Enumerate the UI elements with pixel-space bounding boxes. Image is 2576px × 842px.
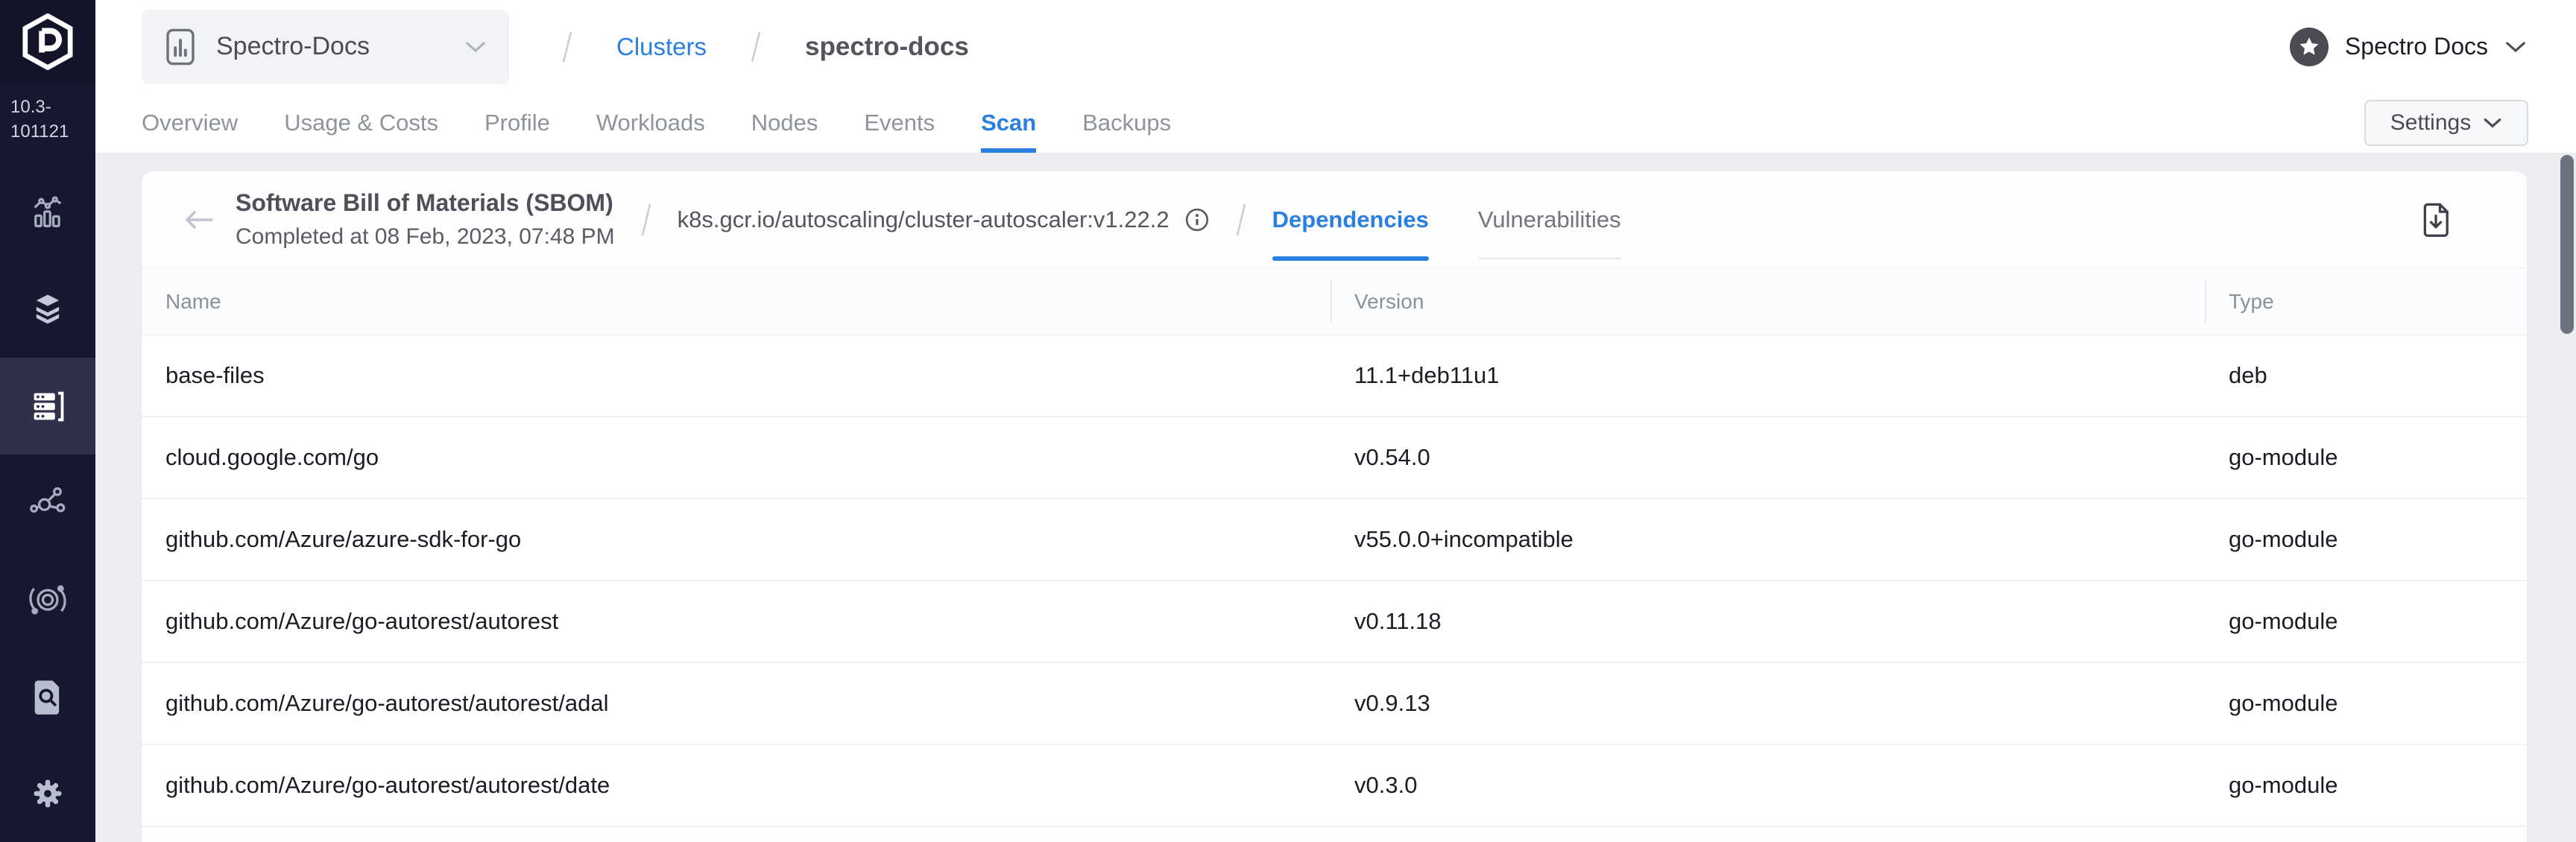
scan-content: Software Bill of Materials (SBOM) Comple… — [95, 153, 2576, 842]
cell-version: 11.1+deb11u1 — [1354, 362, 1500, 388]
sbom-title: Software Bill of Materials (SBOM) — [236, 189, 613, 216]
tab-scan[interactable]: Scan — [981, 93, 1037, 153]
tab-dependencies[interactable]: Dependencies — [1272, 171, 1430, 268]
sidebar-item-settings[interactable] — [0, 745, 95, 842]
chevron-down-icon — [464, 40, 487, 54]
app-window: 10.3- 101121 Spectro-Docs Clusters spect… — [0, 0, 2576, 842]
tab-workloads[interactable]: Workloads — [596, 93, 705, 153]
cluster-tab-bar: Overview Usage & Costs Profile Workloads… — [95, 93, 2576, 153]
sidebar: 10.3- 101121 — [0, 0, 95, 842]
breadcrumb: Clusters spectro-docs — [536, 30, 969, 64]
cell-name: github.com/Azure/go-autorest/autorest/da… — [165, 772, 610, 798]
table-row: base-files 11.1+deb11u1 deb — [142, 335, 2527, 417]
account-menu-label: Spectro Docs — [2344, 33, 2488, 60]
star-badge-icon — [2289, 27, 2329, 66]
chevron-down-icon — [2504, 40, 2527, 54]
cell-type: deb — [2229, 362, 2267, 388]
back-arrow-icon — [182, 207, 215, 232]
settings-button[interactable]: Settings — [2364, 100, 2528, 146]
scrollbar-thumb[interactable] — [2560, 155, 2574, 334]
tab-events[interactable]: Events — [864, 93, 935, 153]
image-name: k8s.gcr.io/autoscaling/cluster-autoscale… — [677, 206, 1169, 232]
tab-nodes[interactable]: Nodes — [751, 93, 818, 153]
cell-version: v55.0.0+incompatible — [1354, 526, 1573, 552]
clusters-icon — [28, 387, 67, 425]
cell-type: go-module — [2229, 526, 2338, 552]
table-row: github.com/Azure/azure-sdk-for-go v55.0.… — [142, 499, 2527, 581]
settings-button-label: Settings — [2390, 110, 2472, 135]
cell-type: go-module — [2229, 608, 2338, 634]
cell-version: v0.3.0 — [1354, 772, 1418, 798]
table-row: github.com/Azure/go-autorest/autorest/ad… — [142, 663, 2527, 745]
cell-name: cloud.google.com/go — [165, 444, 379, 470]
column-header-type: Type — [2205, 268, 2527, 335]
slash-icon — [750, 30, 762, 64]
project-selector[interactable]: Spectro-Docs — [142, 9, 509, 84]
sbom-card: Software Bill of Materials (SBOM) Comple… — [142, 171, 2527, 842]
column-header-name: Name — [165, 289, 221, 313]
breadcrumb-current: spectro-docs — [805, 31, 969, 61]
file-download-icon — [2419, 201, 2452, 238]
sidebar-item-monitoring[interactable] — [0, 164, 95, 261]
project-chart-icon — [164, 28, 197, 66]
sbom-tab-bar: Dependencies Vulnerabilities — [1272, 171, 1621, 268]
cell-type: go-module — [2229, 772, 2338, 798]
layers-icon — [28, 290, 67, 329]
doc-search-icon — [28, 677, 67, 716]
sidebar-item-workspaces[interactable] — [0, 455, 95, 551]
slash-icon — [1235, 201, 1247, 238]
sbom-header: Software Bill of Materials (SBOM) Comple… — [142, 171, 2527, 268]
slash-icon — [561, 30, 573, 64]
tab-overview[interactable]: Overview — [142, 93, 238, 153]
sidebar-nav — [0, 164, 95, 842]
chevron-down-icon — [2483, 117, 2502, 129]
account-menu[interactable]: Spectro Docs — [2289, 27, 2527, 66]
sidebar-item-audit[interactable] — [0, 648, 95, 745]
breadcrumb-clusters-link[interactable]: Clusters — [616, 33, 707, 61]
network-icon — [28, 484, 67, 522]
image-reference: k8s.gcr.io/autoscaling/cluster-autoscale… — [678, 206, 1210, 233]
info-icon[interactable] — [1184, 207, 1210, 232]
version-label: 10.3- 101121 — [10, 96, 69, 142]
cell-version: v0.11.18 — [1354, 608, 1442, 634]
bar-chart-icon — [28, 193, 67, 232]
sidebar-item-profiles[interactable] — [0, 261, 95, 358]
download-sbom-button[interactable] — [2419, 201, 2452, 238]
palette-logo-icon — [19, 13, 76, 71]
sbom-completed-at: Completed at 08 Feb, 2023, 07:48 PM — [236, 224, 615, 249]
sidebar-item-clusters[interactable] — [0, 358, 95, 455]
cell-name: github.com/Azure/go-autorest/autorest/ad… — [165, 690, 609, 716]
top-bar: Spectro-Docs Clusters spectro-docs Spect… — [95, 0, 2576, 93]
tab-profile[interactable]: Profile — [484, 93, 550, 153]
back-button[interactable] — [177, 207, 219, 232]
table-header: Name Version Type — [142, 268, 2527, 335]
table-row: cloud.google.com/go v0.54.0 go-module — [142, 417, 2527, 499]
slash-icon — [640, 201, 652, 238]
cell-name: base-files — [165, 362, 265, 388]
sidebar-item-system[interactable] — [0, 551, 95, 648]
gear-icon — [28, 774, 67, 813]
cell-version: v0.9.13 — [1354, 690, 1430, 716]
palette-logo[interactable] — [0, 0, 95, 84]
main-area: Spectro-Docs Clusters spectro-docs Spect… — [95, 0, 2576, 842]
cell-version: v0.54.0 — [1354, 444, 1430, 470]
orbit-icon — [28, 580, 67, 619]
tab-vulnerabilities[interactable]: Vulnerabilities — [1477, 171, 1621, 268]
column-header-version: Version — [1330, 268, 2205, 335]
cell-type: go-module — [2229, 690, 2338, 716]
sbom-title-block: Software Bill of Materials (SBOM) Comple… — [236, 189, 615, 250]
tab-backups[interactable]: Backups — [1082, 93, 1171, 153]
tab-usage-costs[interactable]: Usage & Costs — [284, 93, 438, 153]
cell-name: github.com/Azure/go-autorest/autorest — [165, 608, 559, 634]
cell-name: github.com/Azure/azure-sdk-for-go — [165, 526, 522, 552]
cell-type: go-module — [2229, 444, 2338, 470]
table-row: github.com/Azure/go-autorest/autorest v0… — [142, 581, 2527, 663]
project-selector-label: Spectro-Docs — [216, 32, 370, 60]
table-row: github.com/Azure/go-autorest/autorest/da… — [142, 745, 2527, 827]
